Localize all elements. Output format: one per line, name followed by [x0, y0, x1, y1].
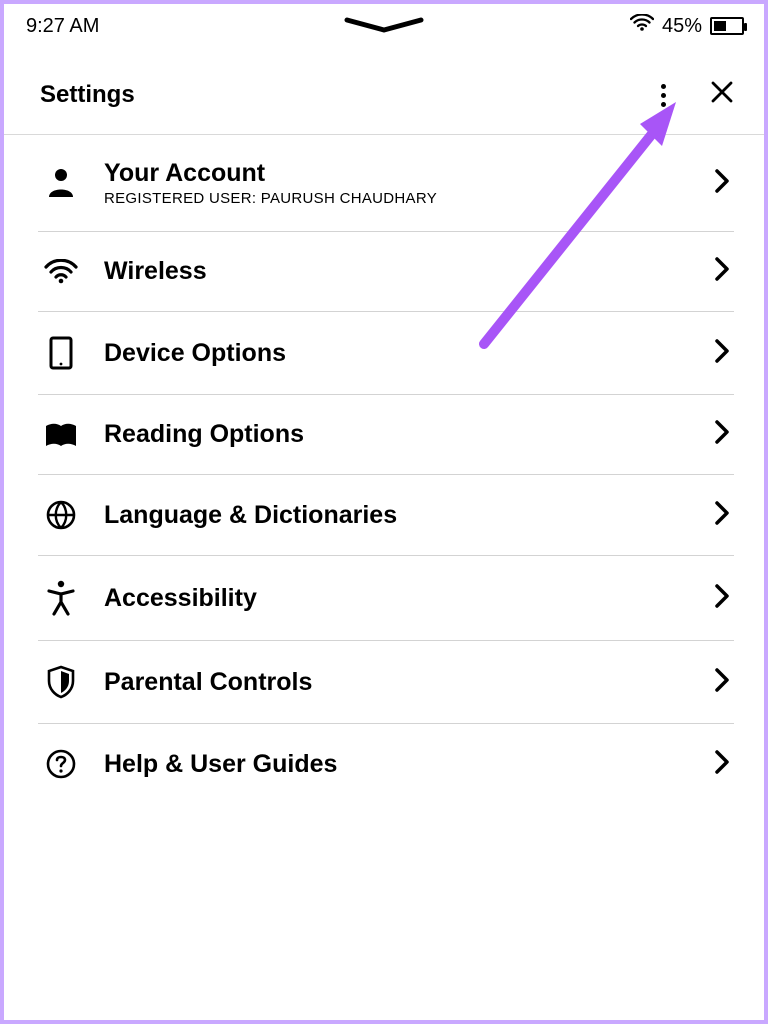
- settings-header: Settings: [4, 44, 764, 135]
- screen-frame: 9:27 AM 45% Settings: [0, 0, 768, 1024]
- book-icon: [42, 421, 80, 449]
- row-wireless[interactable]: Wireless: [38, 232, 734, 312]
- row-device-options[interactable]: Device Options: [38, 312, 734, 395]
- status-right: 45%: [630, 14, 744, 38]
- chevron-right-icon: [714, 256, 730, 287]
- row-title: Accessibility: [104, 584, 690, 613]
- row-your-account[interactable]: Your Account REGISTERED USER: PAURUSH CH…: [38, 135, 734, 232]
- globe-icon: [42, 499, 80, 531]
- row-accessibility[interactable]: Accessibility: [38, 556, 734, 641]
- chevron-right-icon: [714, 500, 730, 531]
- chevron-right-icon: [714, 749, 730, 780]
- row-title: Device Options: [104, 339, 690, 368]
- close-button[interactable]: [704, 78, 740, 112]
- person-icon: [42, 167, 80, 199]
- battery-percentage: 45%: [662, 15, 702, 38]
- chevron-right-icon: [714, 338, 730, 369]
- row-title: Wireless: [104, 257, 690, 286]
- chevron-right-icon: [714, 667, 730, 698]
- wifi-icon: [630, 14, 654, 38]
- accessibility-icon: [42, 580, 80, 616]
- row-subtitle: REGISTERED USER: PAURUSH CHAUDHARY: [104, 190, 690, 207]
- swipe-handle-icon[interactable]: [339, 16, 429, 41]
- settings-list: Your Account REGISTERED USER: PAURUSH CH…: [4, 135, 764, 804]
- chevron-right-icon: [714, 168, 730, 199]
- wifi-icon: [42, 259, 80, 285]
- chevron-right-icon: [714, 583, 730, 614]
- overflow-menu-button[interactable]: [657, 80, 670, 111]
- shield-icon: [42, 665, 80, 699]
- row-title: Your Account: [104, 159, 690, 188]
- chevron-right-icon: [714, 419, 730, 450]
- row-reading-options[interactable]: Reading Options: [38, 395, 734, 475]
- row-title: Help & User Guides: [104, 750, 690, 779]
- row-parental-controls[interactable]: Parental Controls: [38, 641, 734, 724]
- help-icon: [42, 748, 80, 780]
- tablet-icon: [42, 336, 80, 370]
- row-help-guides[interactable]: Help & User Guides: [38, 724, 734, 804]
- row-title: Parental Controls: [104, 668, 690, 697]
- page-title: Settings: [40, 81, 135, 109]
- row-title: Language & Dictionaries: [104, 501, 690, 530]
- status-time: 9:27 AM: [26, 15, 99, 38]
- battery-icon: [710, 17, 744, 35]
- row-title: Reading Options: [104, 420, 690, 449]
- row-language-dictionaries[interactable]: Language & Dictionaries: [38, 475, 734, 556]
